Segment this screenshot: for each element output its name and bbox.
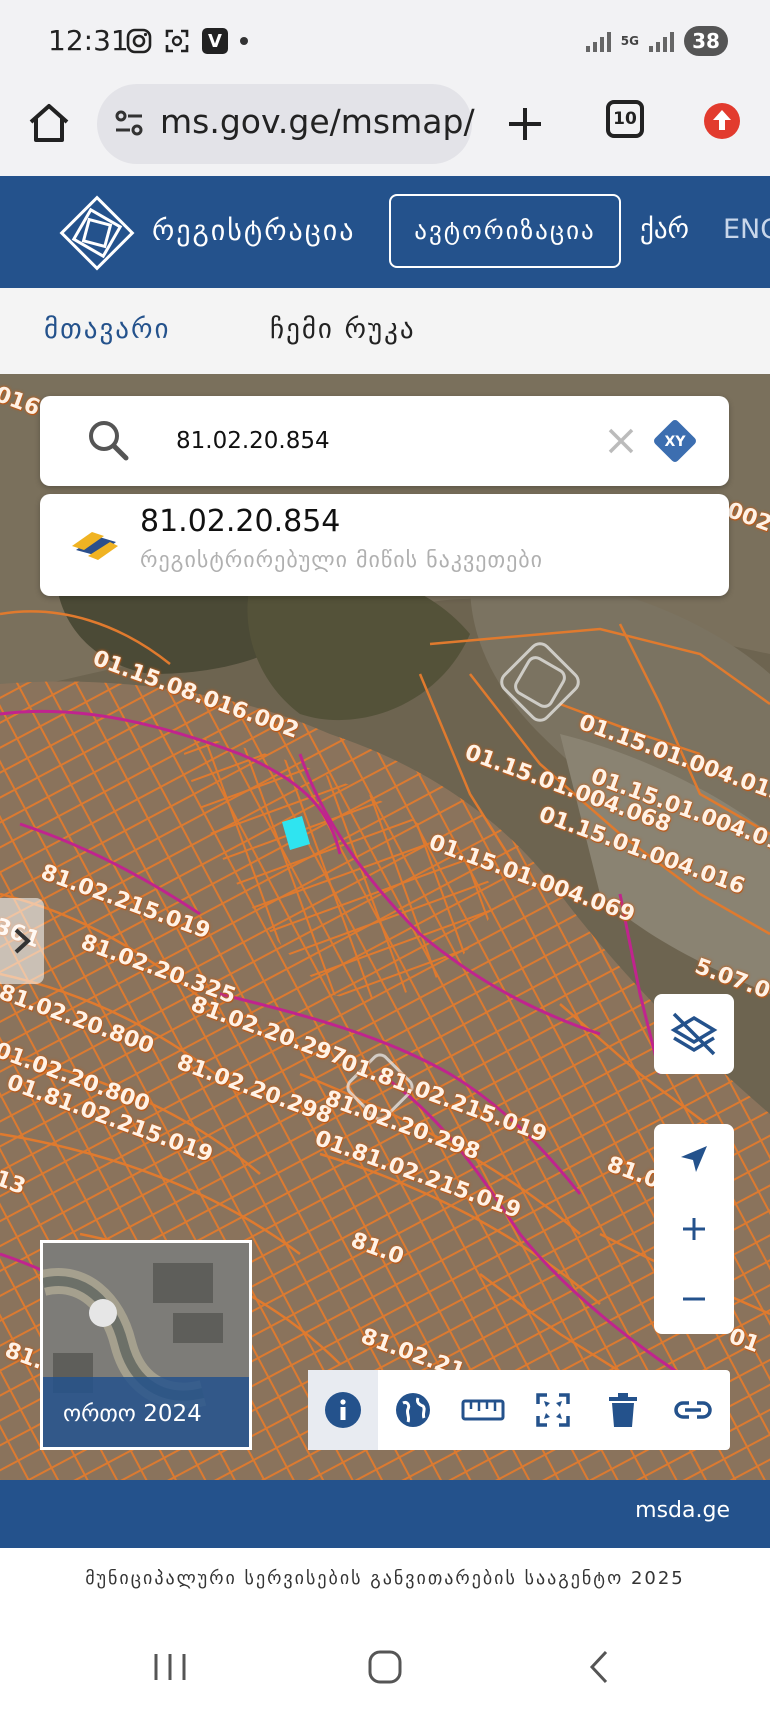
parcel-search-box: XY xyxy=(40,396,729,486)
search-icon[interactable] xyxy=(86,418,130,462)
instagram-icon xyxy=(126,28,152,54)
ruler-icon xyxy=(461,1399,505,1421)
system-navigation-bar xyxy=(0,1620,770,1712)
home-icon[interactable] xyxy=(26,100,72,146)
home-button-icon[interactable] xyxy=(366,1648,404,1686)
network-type: 5G xyxy=(620,34,639,48)
globe-tool-button[interactable] xyxy=(378,1370,448,1450)
search-result-item[interactable]: 81.02.20.854 რეგისტრირებული მიწის ნაკვეთ… xyxy=(40,494,729,596)
upload-update-icon[interactable] xyxy=(703,102,741,140)
brand-name[interactable]: რეგისტრაცია xyxy=(152,214,355,247)
status-time: 12:31 xyxy=(48,24,129,57)
site-header: რეგისტრაცია ავტორიზაცია ქარ ENG xyxy=(0,176,770,288)
footer-site-link[interactable]: msda.ge xyxy=(635,1498,730,1523)
language-english[interactable]: ENG xyxy=(723,214,770,245)
layers-off-icon xyxy=(670,1012,718,1056)
more-notifications-dot xyxy=(240,37,248,45)
delete-tool-button[interactable] xyxy=(588,1370,658,1450)
new-tab-icon[interactable] xyxy=(503,102,547,146)
measure-tool-button[interactable] xyxy=(448,1370,518,1450)
authorization-button[interactable]: ავტორიზაცია xyxy=(389,194,621,268)
plus-icon xyxy=(683,1218,705,1240)
parcel-layer-icon xyxy=(72,532,118,560)
close-icon[interactable] xyxy=(602,422,640,460)
fullscreen-tool-button[interactable] xyxy=(518,1370,588,1450)
browser-toolbar: ms.gov.ge/msmap/ 10 xyxy=(0,84,770,176)
site-settings-icon[interactable] xyxy=(112,106,146,140)
system-icons: 5G 38 xyxy=(585,26,728,56)
globe-icon xyxy=(396,1393,430,1427)
nav-main[interactable]: მთავარი xyxy=(44,314,170,345)
tab-switcher-button[interactable]: 10 xyxy=(606,100,644,138)
info-icon xyxy=(325,1392,361,1428)
share-link-tool-button[interactable] xyxy=(658,1370,728,1450)
signal-icon-secondary xyxy=(649,30,674,52)
layers-visibility-button[interactable] xyxy=(654,994,734,1074)
zoom-in-button[interactable] xyxy=(654,1194,734,1264)
site-nav: მთავარი ჩემი რუკა xyxy=(0,288,770,374)
chevron-right-icon xyxy=(14,928,31,954)
nav-my-map[interactable]: ჩემი რუკა xyxy=(270,314,416,345)
trash-icon xyxy=(609,1393,637,1427)
side-panel-toggle[interactable] xyxy=(0,898,44,984)
minus-icon xyxy=(683,1297,705,1301)
viber-app-icon: V xyxy=(202,28,228,54)
basemap-switcher[interactable]: ორთო 2024 xyxy=(40,1240,252,1450)
zoom-out-button[interactable] xyxy=(654,1264,734,1334)
search-input[interactable] xyxy=(174,418,618,464)
back-icon[interactable] xyxy=(586,1648,612,1686)
xy-coordinate-button[interactable]: XY xyxy=(652,418,698,464)
signal-icon xyxy=(585,30,611,52)
fullscreen-icon xyxy=(536,1393,570,1427)
locate-me-button[interactable] xyxy=(654,1124,734,1194)
result-title: 81.02.20.854 xyxy=(140,504,341,539)
battery-indicator: 38 xyxy=(684,26,728,56)
navigation-arrow-icon xyxy=(681,1146,707,1172)
registry-logo-icon[interactable] xyxy=(58,194,136,272)
url-text[interactable]: ms.gov.ge/msmap/ xyxy=(160,102,475,141)
recent-apps-icon[interactable] xyxy=(150,1650,190,1684)
link-icon xyxy=(674,1401,712,1419)
language-georgian[interactable]: ქარ xyxy=(640,214,689,245)
footer-bar: msda.ge xyxy=(0,1480,770,1548)
zoom-controls xyxy=(654,1124,734,1334)
result-subtitle: რეგისტრირებული მიწის ნაკვეთები xyxy=(140,548,544,573)
notification-icons: V xyxy=(126,28,248,54)
map-toolbar xyxy=(308,1370,730,1450)
screenshot-icon xyxy=(165,29,189,53)
info-tool-button[interactable] xyxy=(308,1370,378,1450)
svg-text:XY: XY xyxy=(665,434,687,450)
status-bar: 12:31 V 5G 38 xyxy=(0,0,770,84)
basemap-label: ორთო 2024 xyxy=(63,1401,202,1427)
copyright-text: მუნიციპალური სერვისების განვითარების საა… xyxy=(85,1568,685,1589)
